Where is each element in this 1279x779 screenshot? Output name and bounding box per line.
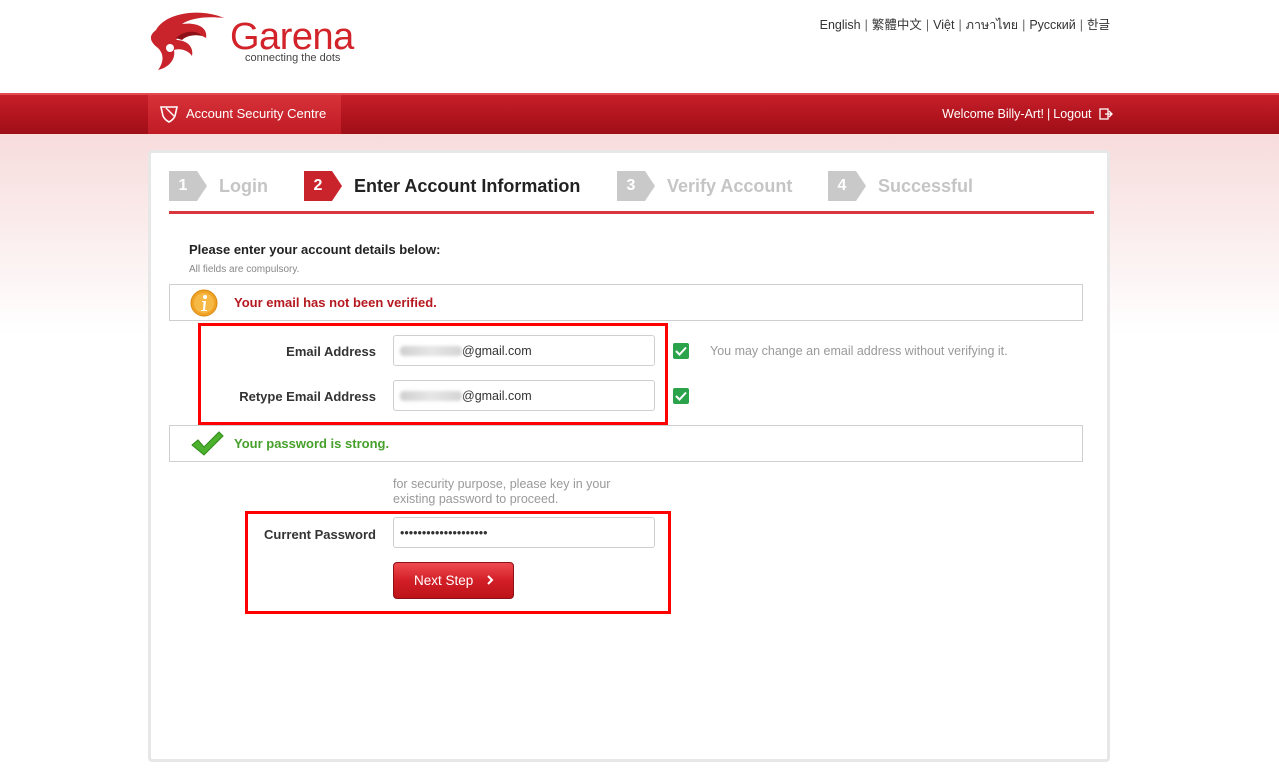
lang-separator: | xyxy=(958,18,962,32)
password-section-highlight xyxy=(245,511,671,614)
form-card: 1 Login 2 Enter Account Information 3 Ve… xyxy=(148,150,1110,762)
progress-steps: 1 Login 2 Enter Account Information 3 Ve… xyxy=(169,171,1094,201)
step-label: Verify Account xyxy=(667,176,793,196)
logout-icon[interactable] xyxy=(1099,108,1113,120)
step-number: 3 xyxy=(617,171,655,201)
lang-korean[interactable]: 한글 xyxy=(1087,18,1110,32)
email-change-hint: You may change an email address without … xyxy=(710,344,1008,358)
welcome-text: Welcome Billy-Art! xyxy=(942,107,1045,121)
form-heading: Please enter your account details below: xyxy=(189,242,441,257)
brand-tagline: connecting the dots xyxy=(245,52,341,64)
email-valid-check-icon xyxy=(673,343,689,359)
garena-logo[interactable]: Garena connecting the dots xyxy=(146,10,376,72)
lang-separator: | xyxy=(1079,18,1083,32)
step-number: 2 xyxy=(304,171,342,201)
step-label: Successful xyxy=(878,176,974,196)
steps-divider xyxy=(169,211,1094,214)
user-welcome: Welcome Billy-Art! | Logout xyxy=(942,107,1113,121)
password-strength-text: Your password is strong. xyxy=(234,436,390,451)
email-unverified-notice: Your email has not been verified. xyxy=(169,284,1083,321)
shield-icon xyxy=(160,106,178,123)
lang-thai[interactable]: ภาษาไทย xyxy=(966,18,1018,32)
lang-vietnamese[interactable]: Việt xyxy=(933,18,954,32)
lang-russian[interactable]: Русский xyxy=(1029,18,1075,32)
step-label: Login xyxy=(219,176,268,196)
navigation-bar: Account Security Centre Welcome Billy-Ar… xyxy=(0,93,1279,134)
account-security-centre-label: Account Security Centre xyxy=(186,106,327,121)
retype-email-valid-check-icon xyxy=(673,388,689,404)
lang-english[interactable]: English xyxy=(820,18,861,32)
garena-dragon-icon xyxy=(150,12,224,70)
logout-link[interactable]: Logout xyxy=(1053,107,1091,121)
top-header: Garena connecting the dots English | 繁體中文 |… xyxy=(0,0,1279,93)
language-selector: English | 繁體中文 | Việt | ภาษาไทย | Русский | 한글 xyxy=(820,14,1110,35)
form-subnote: All fields are compulsory. xyxy=(189,264,300,275)
lang-separator: | xyxy=(864,18,868,32)
step-label: Enter Account Information xyxy=(354,176,581,196)
checkmark-icon xyxy=(191,431,224,456)
email-fields-highlight xyxy=(198,323,668,425)
security-note: for security purpose, please key in your… xyxy=(393,477,611,506)
info-icon xyxy=(190,289,218,317)
welcome-separator: | xyxy=(1047,107,1051,121)
step-number: 4 xyxy=(828,171,866,201)
lang-traditional-chinese[interactable]: 繁體中文 xyxy=(872,18,922,32)
lang-separator: | xyxy=(925,18,930,32)
step-number: 1 xyxy=(169,171,207,201)
lang-separator: | xyxy=(1022,18,1026,32)
account-security-centre-tab[interactable]: Account Security Centre xyxy=(148,95,341,134)
password-strength-notice: Your password is strong. xyxy=(169,425,1083,462)
email-warning-text: Your email has not been verified. xyxy=(234,295,437,310)
